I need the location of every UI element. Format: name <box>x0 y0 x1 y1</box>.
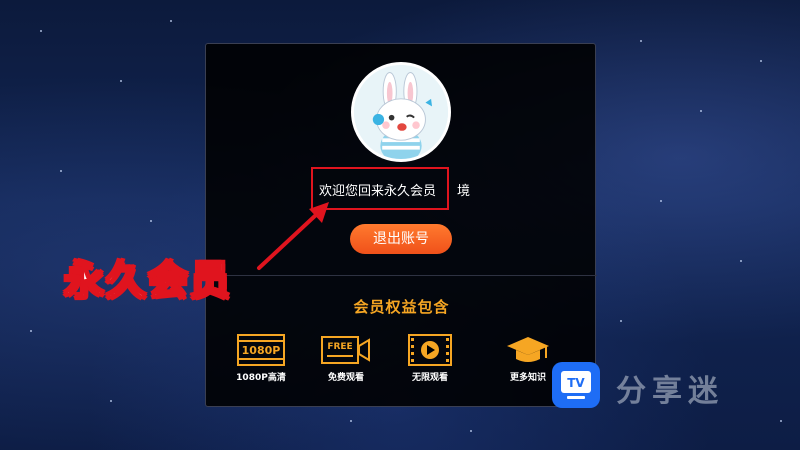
free-video-icon: FREE <box>321 336 370 364</box>
benefit-1080p: 1080P 1080P高清 <box>221 334 301 383</box>
benefit-1080p-label: 1080P高清 <box>236 373 286 383</box>
tv-icon: TV <box>561 371 591 399</box>
welcome-suffix: 境 <box>457 184 471 199</box>
svg-text:1080P: 1080P <box>242 344 281 357</box>
benefit-free-label: 免费观看 <box>327 373 364 383</box>
logout-button[interactable]: 退出账号 <box>350 224 452 254</box>
1080p-icon: 1080P <box>237 334 285 366</box>
rabbit-mascot-icon <box>354 65 448 159</box>
benefit-free: FREE 免费观看 <box>306 334 386 383</box>
film-play-icon <box>408 334 452 366</box>
annotation-arrow-icon <box>257 202 329 270</box>
avatar[interactable] <box>351 62 451 162</box>
brand-watermark: 分享迷 <box>616 374 724 409</box>
benefit-unlimited: 无限观看 <box>390 334 470 383</box>
svg-text:TV: TV <box>567 376 585 390</box>
annotation-label: 永久会员 <box>63 257 232 305</box>
benefits-title: 会员权益包含 <box>353 298 450 316</box>
divider <box>206 275 597 276</box>
tv-logo: TV <box>552 362 600 408</box>
graduation-cap-icon <box>507 337 549 362</box>
benefit-unlimited-label: 无限观看 <box>411 373 448 383</box>
svg-text:FREE: FREE <box>327 342 352 352</box>
welcome-message: 欢迎您回来永久会员 <box>319 184 437 199</box>
